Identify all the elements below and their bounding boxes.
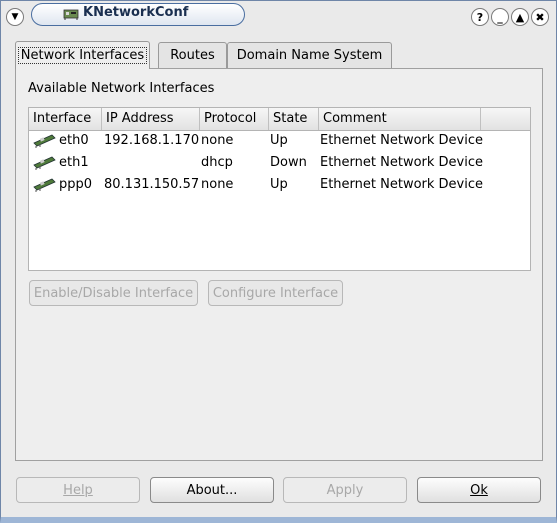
ok-button[interactable]: Ok bbox=[417, 477, 541, 503]
section-title: Available Network Interfaces bbox=[28, 81, 215, 96]
about-button[interactable]: About... bbox=[150, 477, 274, 503]
network-card-icon bbox=[33, 156, 56, 170]
help-button[interactable]: Help bbox=[16, 477, 140, 503]
cell-interface: eth1 bbox=[59, 155, 89, 170]
minimize-icon[interactable]: _ bbox=[491, 8, 509, 26]
maximize-icon[interactable]: ▲ bbox=[511, 8, 529, 26]
cell-comment: Ethernet Network Device bbox=[320, 177, 484, 192]
column-header-comment[interactable]: Comment bbox=[319, 108, 481, 130]
title-bar[interactable]: ▼ KNetworkConf ? _ ▲ ✖ bbox=[1, 1, 556, 31]
network-app-icon bbox=[63, 9, 79, 20]
apply-button[interactable]: Apply bbox=[283, 477, 407, 503]
tab-label: Network Interfaces bbox=[17, 47, 148, 64]
close-icon[interactable]: ✖ bbox=[531, 8, 549, 26]
ok-button-label: Ok bbox=[470, 482, 488, 498]
network-card-icon bbox=[33, 134, 56, 148]
cell-interface: eth0 bbox=[59, 133, 89, 148]
column-header-protocol[interactable]: Protocol bbox=[200, 108, 269, 130]
column-header-ip-address[interactable]: IP Address bbox=[102, 108, 200, 130]
tab-routes[interactable]: Routes bbox=[158, 42, 227, 68]
about-button-label: About... bbox=[186, 482, 238, 498]
list-header: Interface IP Address Protocol State Comm… bbox=[29, 108, 530, 131]
cell-interface: ppp0 bbox=[59, 177, 93, 192]
cell-protocol: dhcp bbox=[201, 155, 233, 170]
apply-button-label: Apply bbox=[326, 482, 364, 498]
window-menu-icon[interactable]: ▼ bbox=[6, 8, 24, 26]
interfaces-list[interactable]: Interface IP Address Protocol State Comm… bbox=[28, 107, 531, 271]
cell-protocol: none bbox=[201, 133, 234, 148]
cell-state: Down bbox=[270, 155, 307, 170]
cell-state: Up bbox=[270, 133, 288, 148]
tab-label: Routes bbox=[170, 48, 215, 63]
enable-disable-interface-button[interactable]: Enable/Disable Interface bbox=[29, 280, 198, 306]
cell-state: Up bbox=[270, 177, 288, 192]
cell-comment: Ethernet Network Device bbox=[320, 133, 484, 148]
cell-protocol: none bbox=[201, 177, 234, 192]
table-row[interactable]: eth0 192.168.1.170 none Up Ethernet Netw… bbox=[29, 130, 530, 152]
cell-ip-address: 192.168.1.170 bbox=[104, 133, 200, 148]
help-button-label: Help bbox=[63, 482, 93, 498]
column-header-interface[interactable]: Interface bbox=[29, 108, 102, 130]
table-row[interactable]: ppp0 80.131.150.57 none Up Ethernet Netw… bbox=[29, 174, 530, 196]
network-card-icon bbox=[33, 178, 56, 192]
tab-network-interfaces[interactable]: Network Interfaces bbox=[15, 41, 150, 69]
table-row[interactable]: eth1 dhcp Down Ethernet Network Device bbox=[29, 152, 530, 174]
cell-ip-address: 80.131.150.57 bbox=[104, 177, 200, 192]
column-header-state[interactable]: State bbox=[269, 108, 319, 130]
tab-label: Domain Name System bbox=[236, 48, 383, 63]
window-title: KNetworkConf bbox=[83, 5, 189, 20]
network-interfaces-panel: Available Network Interfaces Interface I… bbox=[15, 68, 543, 461]
configure-interface-button[interactable]: Configure Interface bbox=[208, 280, 343, 306]
help-icon[interactable]: ? bbox=[471, 8, 489, 26]
main-window: ▼ KNetworkConf ? _ ▲ ✖ Network Interface… bbox=[0, 0, 557, 523]
tab-domain-name-system[interactable]: Domain Name System bbox=[227, 42, 392, 68]
column-header-filler bbox=[481, 108, 530, 130]
cell-comment: Ethernet Network Device bbox=[320, 155, 484, 170]
